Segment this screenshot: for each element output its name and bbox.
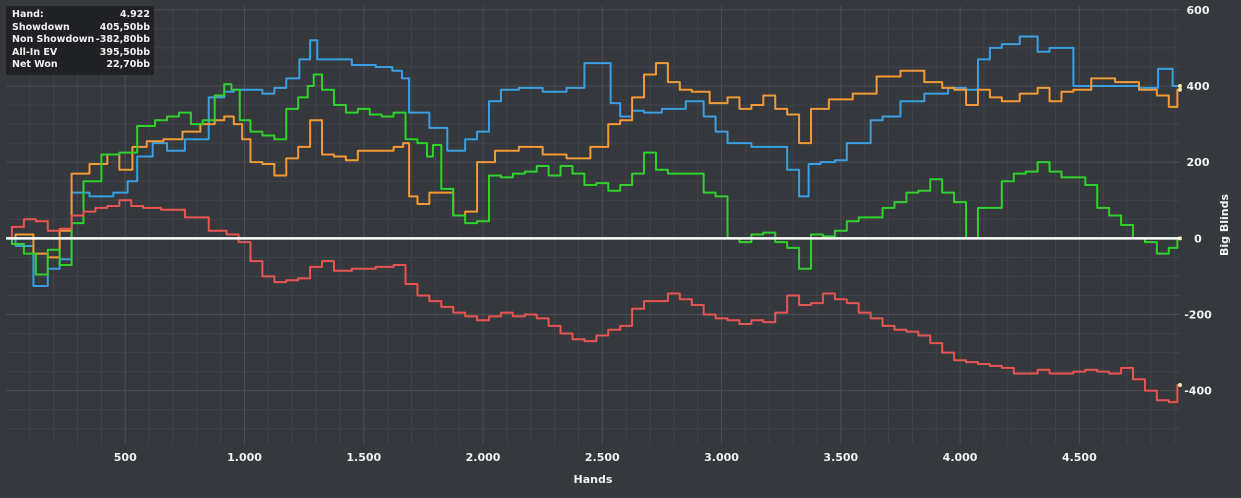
x-tick-label: 4.000 xyxy=(943,451,978,464)
stats-row-hand: Hand: 4.922 xyxy=(12,9,150,22)
stats-label: Non Showdown xyxy=(12,34,95,46)
stats-value: 22,70bb xyxy=(106,59,150,71)
stats-row-non-showdown: Non Showdown -382,80bb xyxy=(12,34,150,47)
y-tick-label: 200 xyxy=(1187,156,1210,169)
stats-label: Hand: xyxy=(12,9,44,20)
stats-row-net-won: Net Won 22,70bb xyxy=(12,59,150,72)
series-end-marker-0 xyxy=(1178,83,1182,88)
stats-value: 395,50bb xyxy=(99,46,150,58)
series-end-marker-3 xyxy=(1178,382,1182,387)
x-tick-label: 2.500 xyxy=(585,451,620,464)
y-tick-label: 400 xyxy=(1187,80,1210,93)
grid-layer xyxy=(6,6,1180,444)
tick-layer: 600 400 200 0 -200 -400 500 1.000 1.500 2.000 2.50… xyxy=(114,4,1212,464)
stats-value: -382,80bb xyxy=(95,34,150,46)
x-tick-label: 3.500 xyxy=(823,451,858,464)
y-tick-label: -200 xyxy=(1184,309,1212,322)
y-tick-label: 600 xyxy=(1187,4,1210,17)
stats-panel: Hand: 4.922 Showdown 405,50bb Non Showdo… xyxy=(6,6,154,75)
stats-row-allin-ev: All-In EV 395,50bb xyxy=(12,47,150,60)
series-line-0 xyxy=(6,35,1180,287)
x-tick-label: 500 xyxy=(114,451,137,464)
stats-value: 405,50bb xyxy=(99,21,150,33)
chart-canvas: 600 400 200 0 -200 -400 500 1.000 1.500 2.000 2.50… xyxy=(6,4,1231,486)
x-tick-label: 1.000 xyxy=(227,451,262,464)
x-tick-label: 2.000 xyxy=(466,451,501,464)
stats-label: Net Won xyxy=(12,59,58,71)
y-tick-label: 0 xyxy=(1194,232,1202,245)
x-tick-label: 3.000 xyxy=(704,451,739,464)
x-tick-label: 1.500 xyxy=(346,451,381,464)
stats-label: Showdown xyxy=(12,21,70,33)
stats-value: 4.922 xyxy=(119,9,150,20)
series-end-marker-1 xyxy=(1178,87,1182,92)
stats-row-showdown: Showdown 405,50bb xyxy=(12,22,150,35)
x-tick-label: 4.500 xyxy=(1062,451,1097,464)
x-axis-title: Hands xyxy=(574,473,613,486)
y-axis-title: Big Blinds xyxy=(1218,194,1231,256)
stats-label: All-In EV xyxy=(12,46,58,58)
y-tick-label: -400 xyxy=(1184,385,1212,398)
series-line-1 xyxy=(6,62,1180,259)
